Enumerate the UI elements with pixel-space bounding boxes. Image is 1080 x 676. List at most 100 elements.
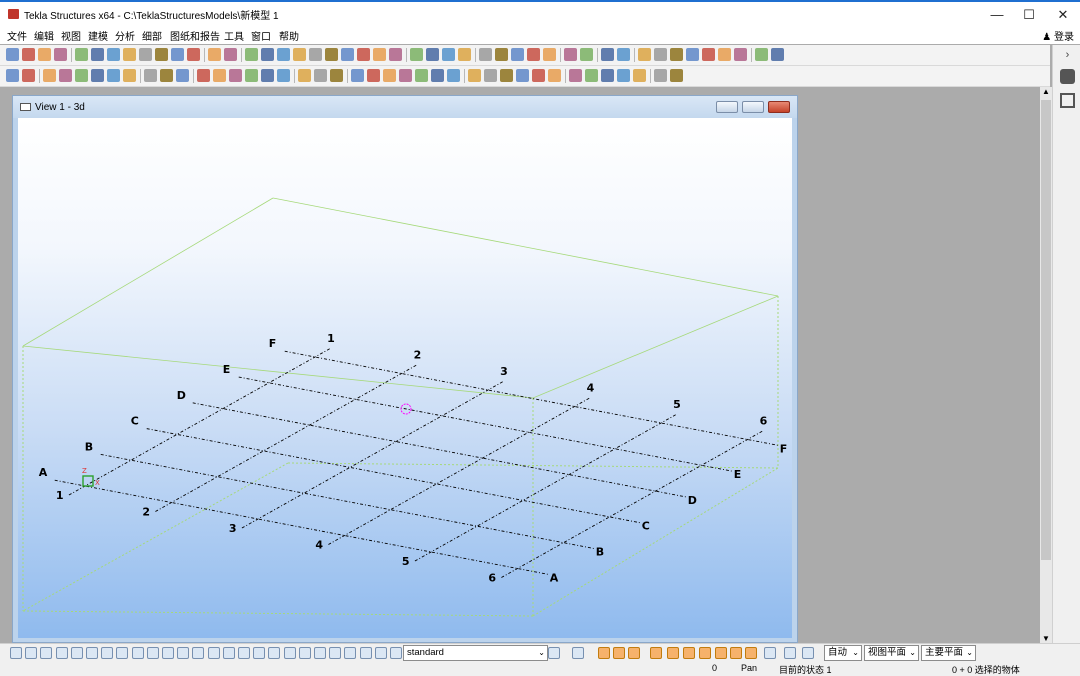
snap-switch-icon[interactable] [223, 647, 235, 659]
3d-model-canvas[interactable]: 1 1 2 2 3 3 4 4 5 5 6 6 A A B B C C D D E E F F ZX [18, 118, 792, 638]
modeling-tool-icon[interactable] [176, 69, 189, 82]
snap-switch-icon[interactable] [56, 647, 68, 659]
menu-detailing[interactable]: 细部 [142, 28, 162, 43]
snap-switch-icon[interactable] [299, 647, 311, 659]
modeling-tool-icon[interactable] [298, 69, 311, 82]
modeling-tool-icon[interactable] [500, 69, 513, 82]
modeling-tool-icon[interactable] [330, 69, 343, 82]
snap-switch-icon[interactable] [572, 647, 584, 659]
modeling-tool-icon[interactable] [601, 69, 614, 82]
snap-switch-icon[interactable] [613, 647, 625, 659]
menu-edit[interactable]: 编辑 [34, 28, 54, 43]
modeling-tool-icon[interactable] [75, 69, 88, 82]
toolbar-tool-icon[interactable] [686, 48, 699, 61]
menu-view[interactable]: 视图 [61, 28, 81, 43]
toolbar-tool-icon[interactable] [357, 48, 370, 61]
snap-switch-icon[interactable] [25, 647, 37, 659]
scroll-down-icon[interactable]: ▼ [1042, 634, 1050, 643]
toolbar-tool-icon[interactable] [91, 48, 104, 61]
toolbar-tool-icon[interactable] [426, 48, 439, 61]
toolbar-tool-icon[interactable] [702, 48, 715, 61]
modeling-tool-icon[interactable] [245, 69, 258, 82]
snap-switch-icon[interactable] [101, 647, 113, 659]
toolbar-tool-icon[interactable] [389, 48, 402, 61]
toolbar-tool-icon[interactable] [495, 48, 508, 61]
modeling-tool-icon[interactable] [431, 69, 444, 82]
modeling-tool-icon[interactable] [670, 69, 683, 82]
modeling-tool-icon[interactable] [91, 69, 104, 82]
toolbar-tool-icon[interactable] [527, 48, 540, 61]
snap-switch-icon[interactable] [116, 647, 128, 659]
toolbar-tool-icon[interactable] [755, 48, 768, 61]
toolbar-tool-icon[interactable] [325, 48, 338, 61]
expand-chevron-icon[interactable]: › [1060, 48, 1075, 63]
modeling-tool-icon[interactable] [532, 69, 545, 82]
toolbar-tool-icon[interactable] [479, 48, 492, 61]
properties-panel-icon[interactable] [1060, 93, 1075, 108]
login-link[interactable]: ♟ 登录 [1042, 28, 1074, 43]
modeling-tool-icon[interactable] [213, 69, 226, 82]
snap-switch-icon[interactable] [699, 647, 711, 659]
modeling-tool-icon[interactable] [569, 69, 582, 82]
modeling-tool-icon[interactable] [447, 69, 460, 82]
auto-select-dropdown[interactable]: 自动 ⌄ [824, 645, 862, 661]
snap-switch-icon[interactable] [86, 647, 98, 659]
toolbar-tool-icon[interactable] [442, 48, 455, 61]
toolbar-tool-icon[interactable] [601, 48, 614, 61]
modeling-tool-icon[interactable] [415, 69, 428, 82]
modeling-tool-icon[interactable] [229, 69, 242, 82]
toolbar-tool-icon[interactable] [458, 48, 471, 61]
snap-switch-icon[interactable] [650, 647, 662, 659]
modeling-tool-icon[interactable] [261, 69, 274, 82]
snap-switch-icon[interactable] [253, 647, 265, 659]
modeling-tool-icon[interactable] [314, 69, 327, 82]
toolbar-tool-icon[interactable] [75, 48, 88, 61]
modeling-tool-icon[interactable] [654, 69, 667, 82]
toolbar-tool-icon[interactable] [771, 48, 784, 61]
toolbar-tool-icon[interactable] [107, 48, 120, 61]
snap-switch-icon[interactable] [344, 647, 356, 659]
close-button[interactable]: ✕ [1046, 5, 1080, 25]
modeling-tool-icon[interactable] [633, 69, 646, 82]
toolbar-tool-icon[interactable] [261, 48, 274, 61]
snap-switch-icon[interactable] [71, 647, 83, 659]
view-window[interactable]: View 1 - 3d 1 1 2 2 3 3 4 4 5 5 6 6 A A B B C C D D E E F F ZX [12, 95, 798, 643]
toolbar-tool-icon[interactable] [309, 48, 322, 61]
toolbar-tool-icon[interactable] [139, 48, 152, 61]
menu-file[interactable]: 文件 [7, 28, 27, 43]
snap-switch-icon[interactable] [360, 647, 372, 659]
toolbar-tool-icon[interactable] [341, 48, 354, 61]
toolbar-tool-icon[interactable] [718, 48, 731, 61]
work-plane-dropdown[interactable]: 主要平面 ⌄ [921, 645, 976, 661]
snap-switch-icon[interactable] [314, 647, 326, 659]
toolbar-tool-icon[interactable] [54, 48, 67, 61]
toolbar-tool-icon[interactable] [617, 48, 630, 61]
menu-help[interactable]: 帮助 [279, 28, 299, 43]
view-close-button[interactable] [768, 101, 790, 113]
snap-switch-icon[interactable] [802, 647, 814, 659]
snap-switch-icon[interactable] [598, 647, 610, 659]
maximize-button[interactable]: ☐ [1012, 5, 1046, 25]
toolbar-tool-icon[interactable] [245, 48, 258, 61]
modeling-tool-icon[interactable] [468, 69, 481, 82]
modeling-tool-icon[interactable] [277, 69, 290, 82]
toolbar-tool-icon[interactable] [171, 48, 184, 61]
modeling-tool-icon[interactable] [548, 69, 561, 82]
view-title-bar[interactable]: View 1 - 3d [13, 96, 797, 118]
minimize-button[interactable]: — [980, 5, 1014, 25]
toolbar-tool-icon[interactable] [123, 48, 136, 61]
modeling-tool-icon[interactable] [123, 69, 136, 82]
toolbar-tool-icon[interactable] [22, 48, 35, 61]
toolbar-tool-icon[interactable] [38, 48, 51, 61]
snap-switch-icon[interactable] [628, 647, 640, 659]
view-plane-dropdown[interactable]: 视图平面 ⌄ [864, 645, 919, 661]
toolbar-tool-icon[interactable] [224, 48, 237, 61]
modeling-tool-icon[interactable] [585, 69, 598, 82]
modeling-tool-icon[interactable] [197, 69, 210, 82]
toolbar-tool-icon[interactable] [410, 48, 423, 61]
toolbar-tool-icon[interactable] [6, 48, 19, 61]
toolbar-tool-icon[interactable] [511, 48, 524, 61]
toolbar-tool-icon[interactable] [564, 48, 577, 61]
modeling-tool-icon[interactable] [516, 69, 529, 82]
menu-window[interactable]: 窗口 [251, 28, 271, 43]
